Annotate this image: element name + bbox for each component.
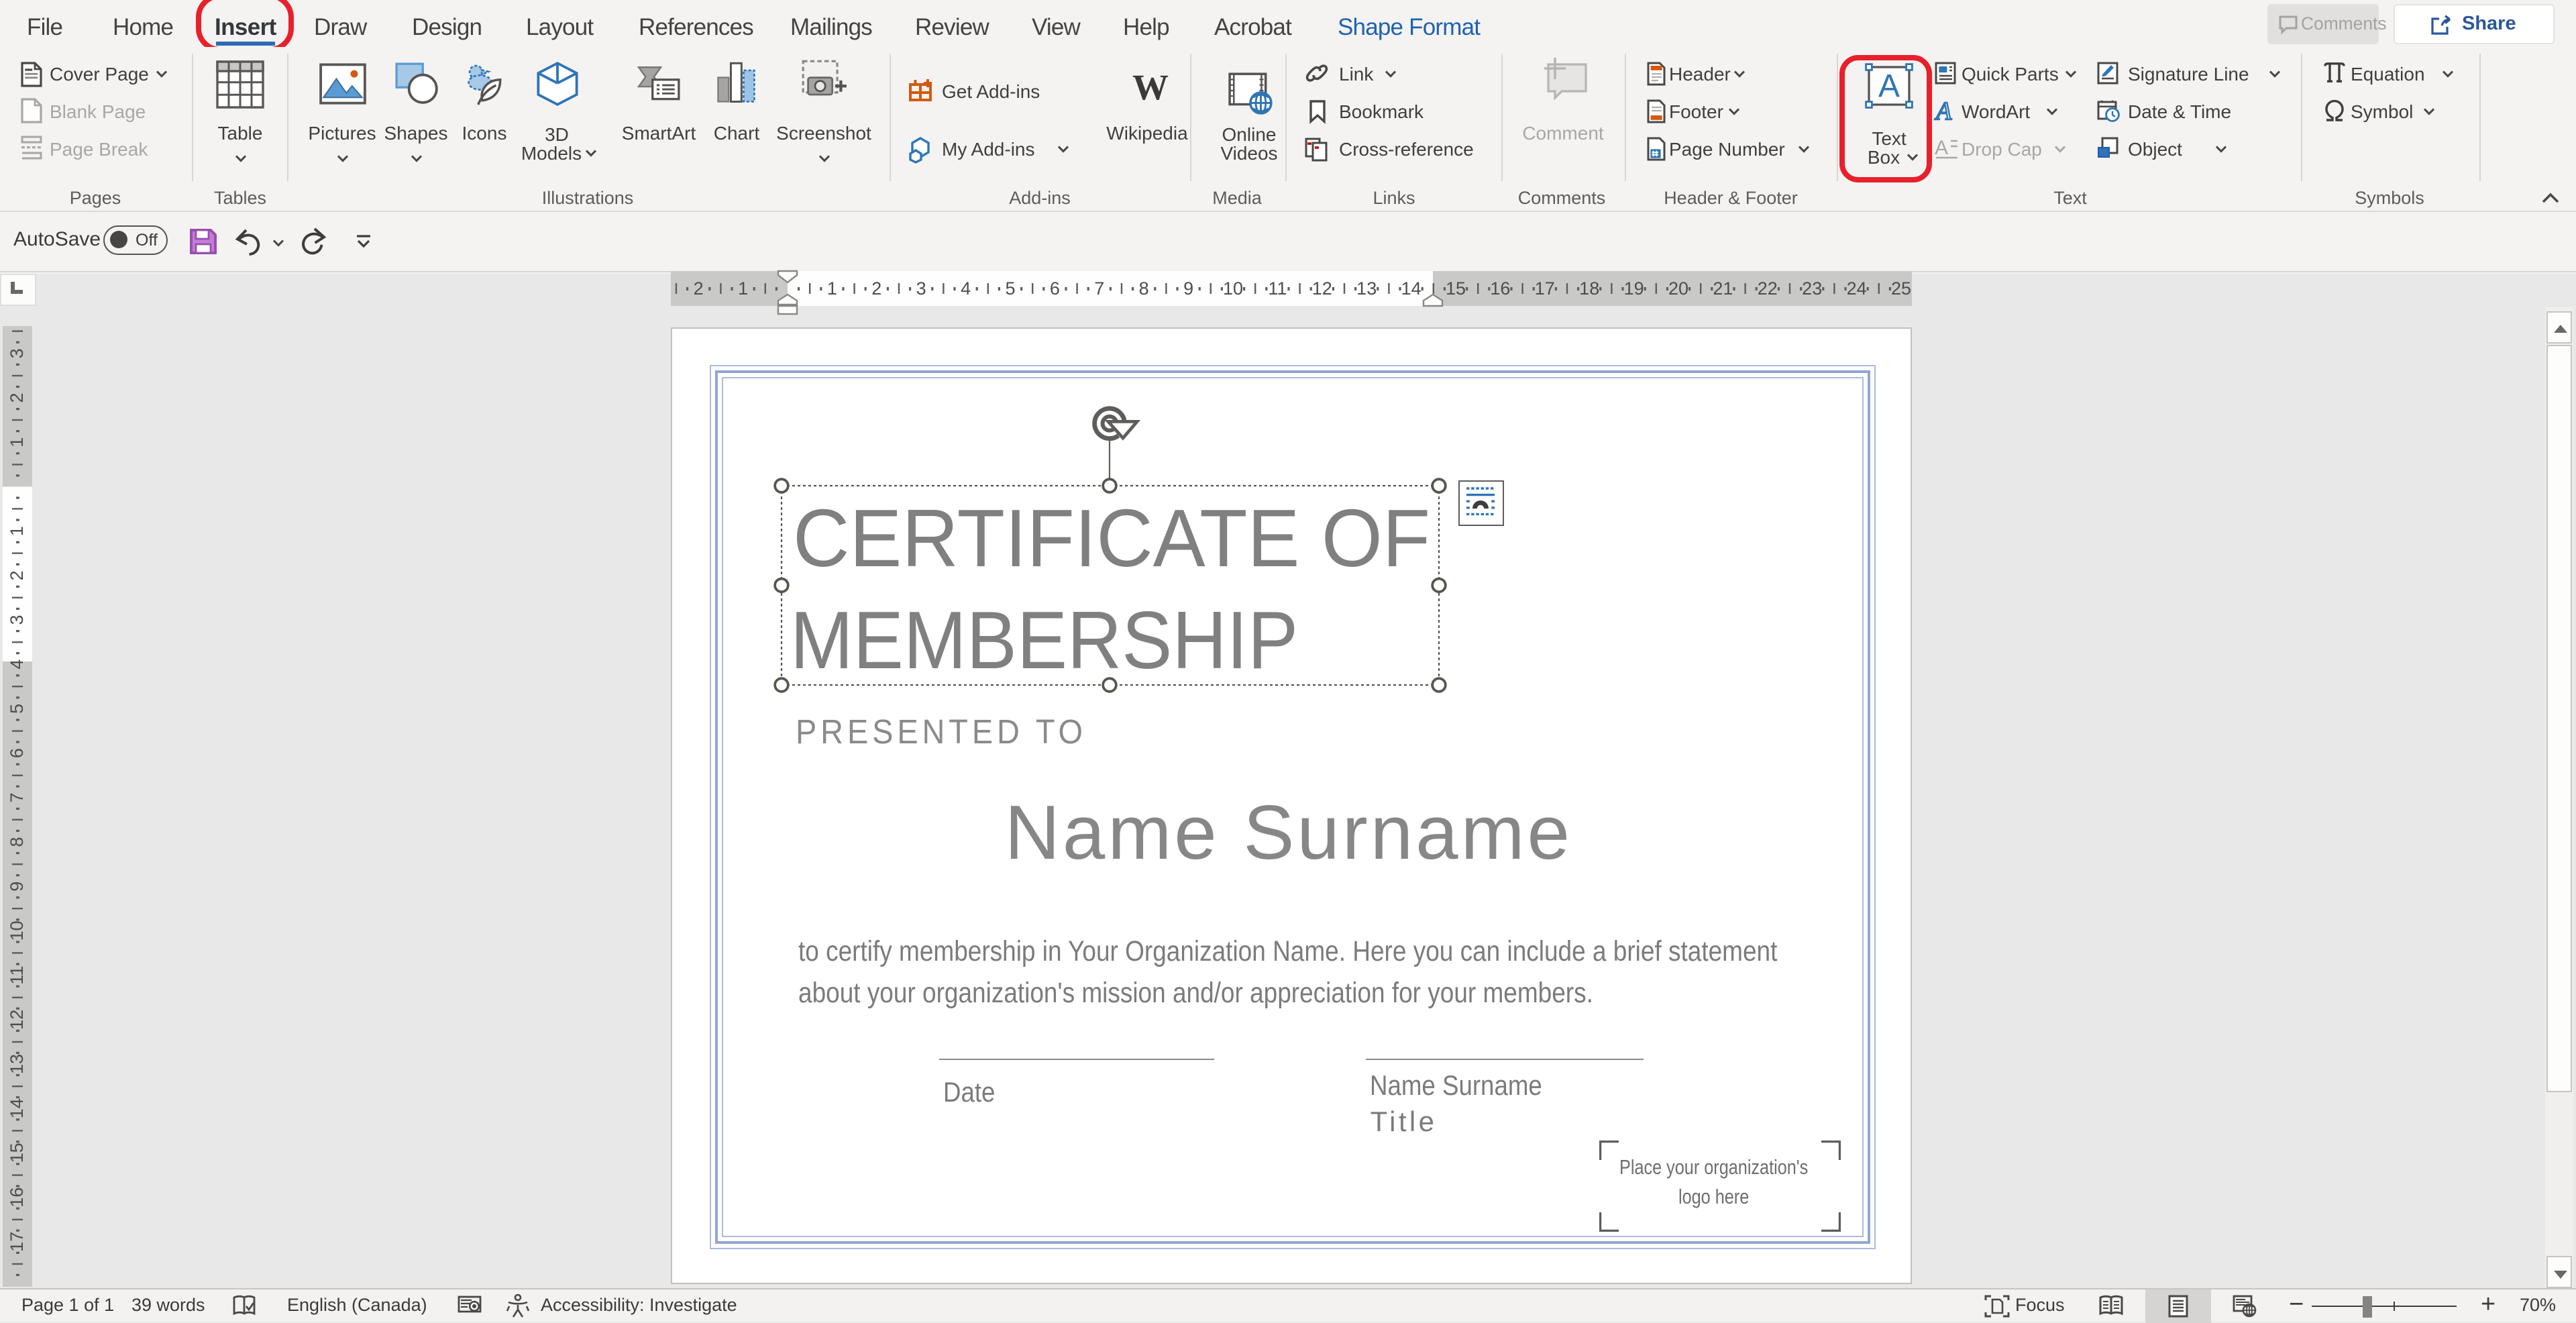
svg-text:12: 12 — [7, 1010, 27, 1030]
svg-text:6: 6 — [7, 748, 27, 758]
svg-text:17: 17 — [1535, 278, 1555, 299]
svg-text:22: 22 — [1758, 278, 1778, 299]
svg-text:9: 9 — [7, 882, 27, 892]
svg-text:13: 13 — [7, 1054, 27, 1074]
svg-text:8: 8 — [1139, 278, 1149, 299]
svg-text:7: 7 — [7, 792, 27, 802]
svg-text:25: 25 — [1891, 278, 1911, 299]
svg-text:2: 2 — [7, 570, 27, 580]
svg-text:11: 11 — [1268, 278, 1287, 299]
svg-text:19: 19 — [1624, 278, 1644, 299]
svg-text:21: 21 — [1713, 278, 1733, 299]
svg-text:2: 2 — [694, 278, 704, 299]
svg-text:2: 2 — [871, 278, 881, 299]
svg-text:6: 6 — [1050, 278, 1060, 299]
svg-text:12: 12 — [1312, 278, 1332, 299]
svg-text:8: 8 — [7, 837, 27, 847]
svg-text:3: 3 — [916, 278, 926, 299]
svg-text:15: 15 — [1446, 278, 1466, 299]
svg-text:15: 15 — [7, 1143, 27, 1163]
svg-text:17: 17 — [7, 1232, 27, 1252]
svg-text:A: A — [1934, 97, 1952, 125]
svg-text:1: 1 — [827, 278, 837, 299]
svg-text:5: 5 — [7, 704, 27, 714]
svg-text:14: 14 — [1401, 278, 1421, 299]
svg-text:16: 16 — [1490, 278, 1510, 299]
svg-text:20: 20 — [1668, 278, 1688, 299]
svg-text:9: 9 — [1183, 278, 1193, 299]
svg-text:4: 4 — [961, 278, 971, 299]
svg-text:A: A — [1935, 137, 1948, 159]
svg-text:11: 11 — [7, 966, 27, 985]
svg-text:23: 23 — [1802, 278, 1822, 299]
svg-text:3: 3 — [7, 615, 27, 625]
svg-text:1: 1 — [7, 526, 27, 536]
svg-text:10: 10 — [1223, 278, 1243, 299]
svg-text:16: 16 — [7, 1187, 27, 1208]
svg-text:5: 5 — [1005, 278, 1015, 299]
svg-text:4: 4 — [7, 659, 27, 670]
svg-text:18: 18 — [1579, 278, 1599, 299]
svg-text:10: 10 — [7, 920, 27, 941]
svg-text:1: 1 — [738, 278, 748, 299]
svg-text:7: 7 — [1094, 278, 1104, 299]
svg-text:13: 13 — [1356, 278, 1377, 299]
svg-text:3: 3 — [7, 348, 27, 358]
svg-text:1: 1 — [7, 437, 27, 447]
svg-text:24: 24 — [1847, 278, 1867, 299]
svg-text:14: 14 — [7, 1098, 27, 1118]
svg-text:2: 2 — [7, 392, 27, 403]
